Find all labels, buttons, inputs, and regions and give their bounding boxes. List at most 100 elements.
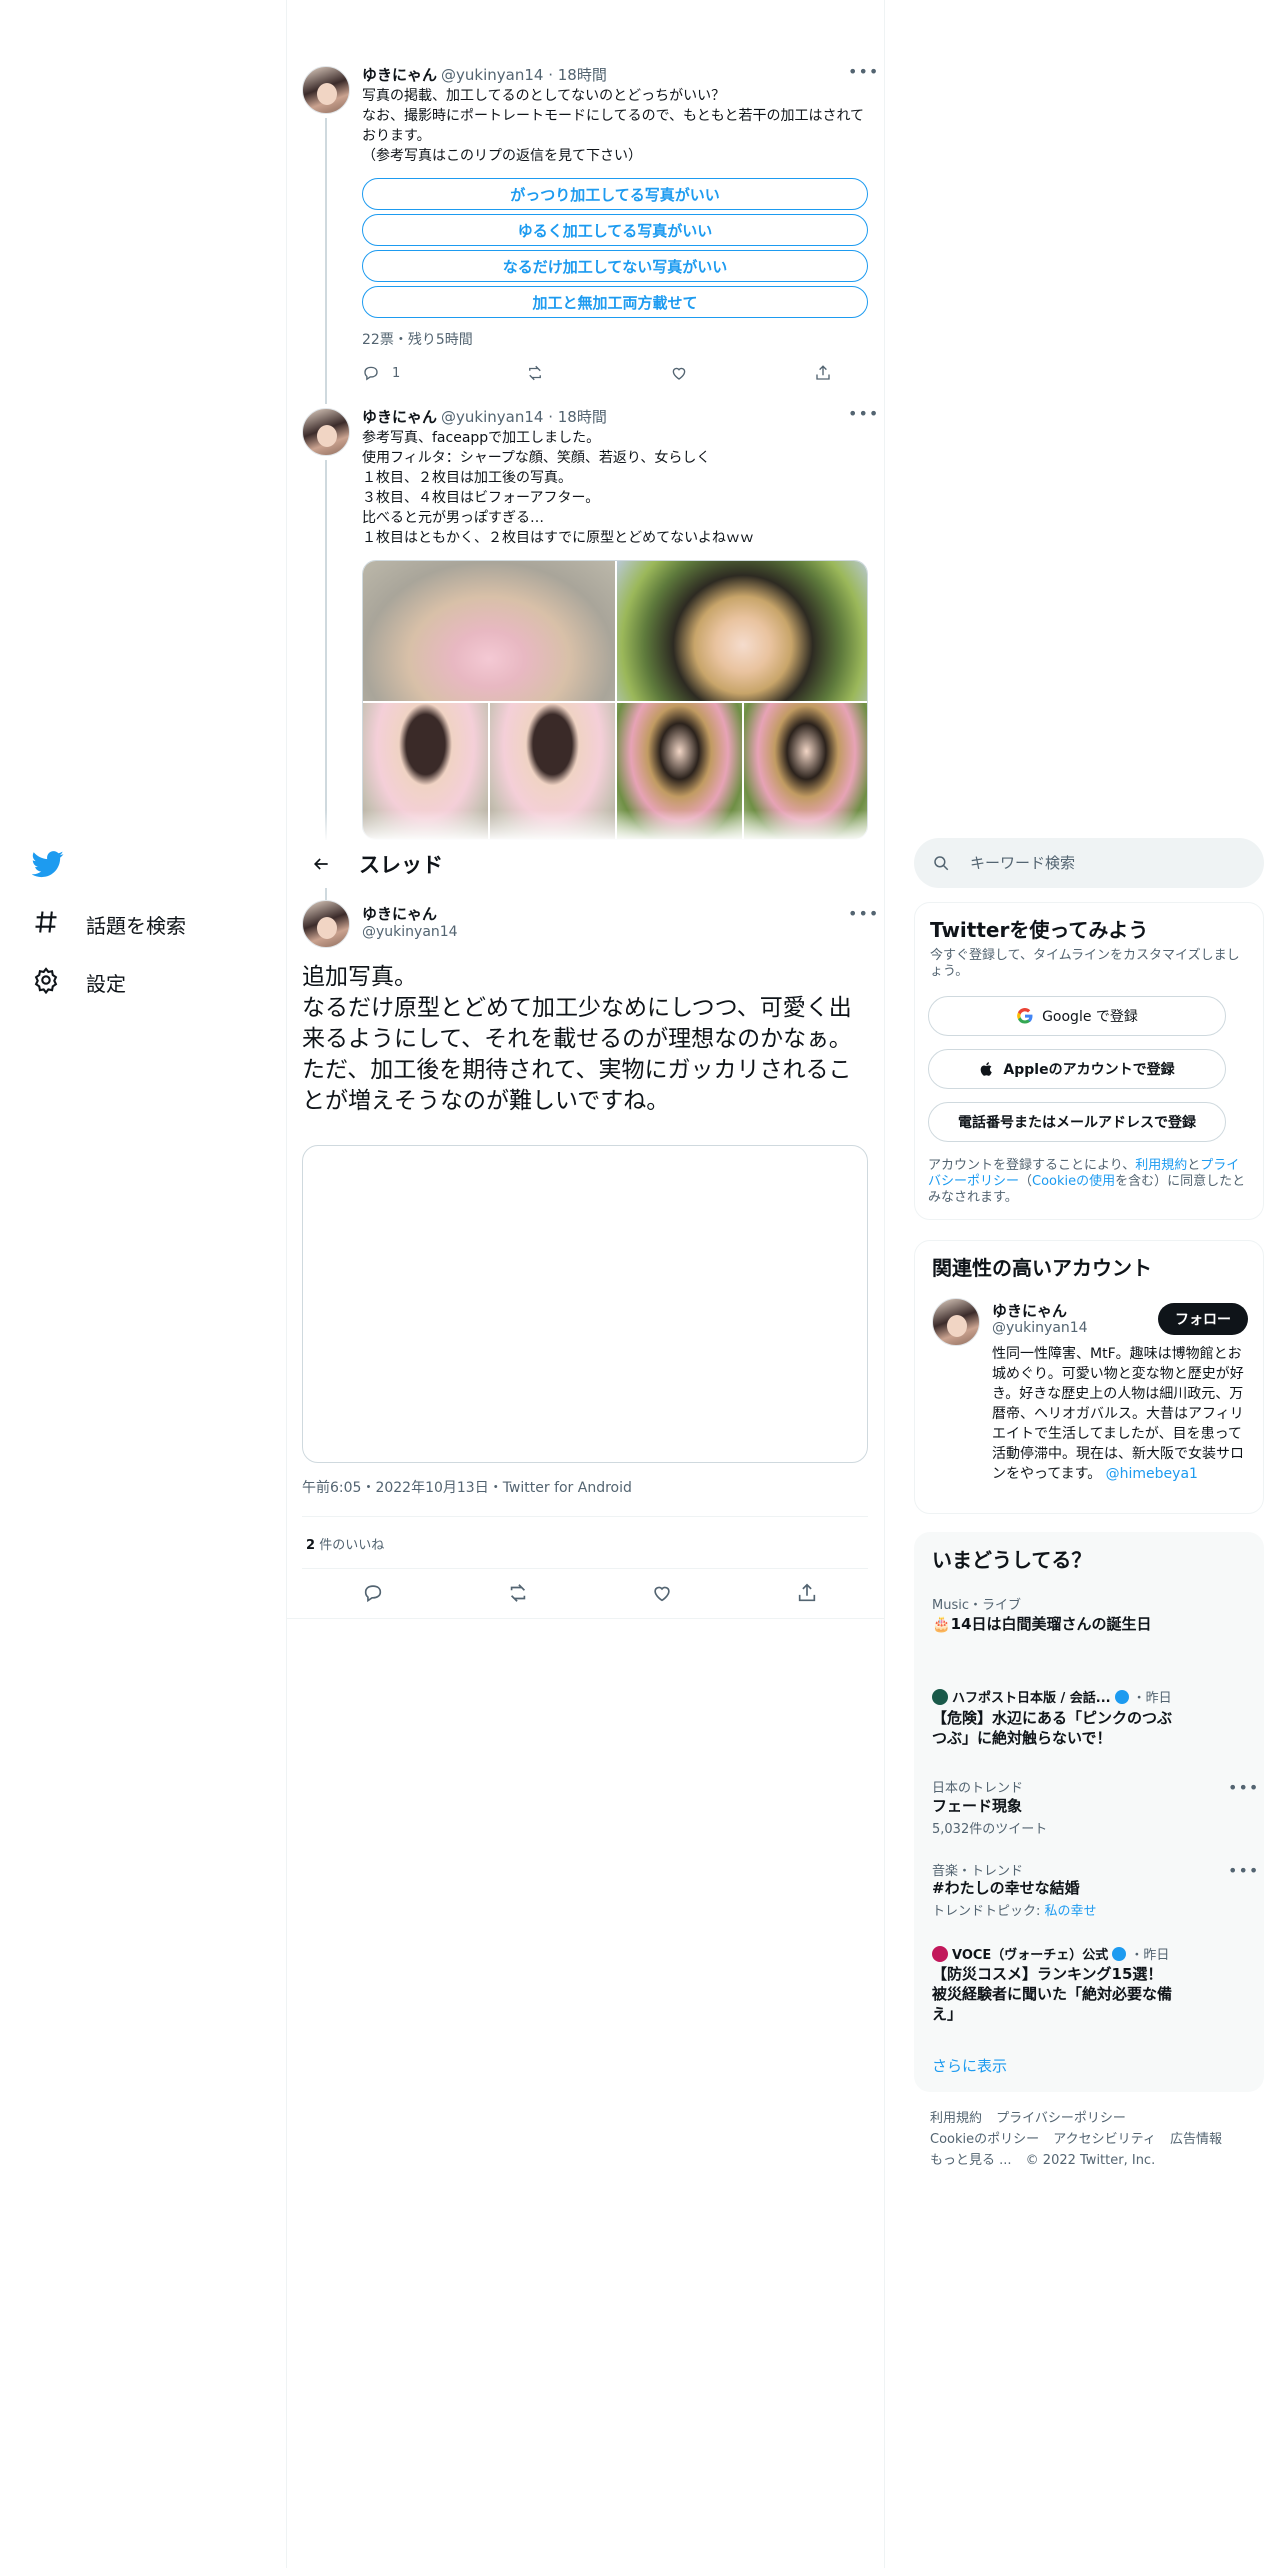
footer-link[interactable]: もっと見る ...	[930, 2153, 1012, 2168]
avatar[interactable]	[302, 66, 350, 114]
reply-count: 1	[392, 365, 401, 381]
trend-item[interactable]: 【危険】水辺にある「ピンクのつぶつぶ」に絶対触らないで！	[932, 1708, 1172, 1748]
verified-icon	[1114, 1689, 1129, 1704]
show-more-link[interactable]: さらに表示	[932, 2055, 1007, 2076]
tweet-timestamp[interactable]: 午前6:05・2022年10月13日・Twitter for Android	[302, 1480, 632, 1496]
trend-item[interactable]: フェード現象	[932, 1796, 1022, 1816]
retweet-button[interactable]	[526, 364, 544, 382]
retweet-button[interactable]	[507, 1582, 529, 1604]
nav-explore[interactable]: 話題を検索	[32, 908, 186, 941]
poll-option[interactable]: がっつり加工してる写真がいい	[362, 178, 868, 210]
more-icon[interactable]: •••	[848, 404, 879, 423]
search-input[interactable]	[970, 854, 1220, 872]
source-logo-icon	[932, 1945, 948, 1962]
trend-category: 日本のトレンド	[932, 1781, 1024, 1796]
trend-topic-prefix: トレンドトピック:	[932, 1904, 1045, 1919]
share-button[interactable]	[796, 1582, 818, 1604]
trend-topic-link[interactable]: 私の幸せ	[1045, 1904, 1097, 1919]
poll-option[interactable]: ゆるく加工してる写真がいい	[362, 214, 868, 246]
nav-settings[interactable]: 設定	[32, 966, 126, 999]
heart-icon	[672, 367, 686, 380]
tweet-media-embed[interactable]	[302, 1145, 868, 1463]
google-signup-label: Google で登録	[1042, 1009, 1138, 1025]
footer-link[interactable]: Cookieのポリシー	[930, 2132, 1039, 2147]
divider	[302, 1516, 868, 1517]
tweet-meta[interactable]: @yukinyan14 · 18時間	[441, 64, 607, 85]
poll-option[interactable]: 加工と無加工両方載せて	[362, 286, 868, 318]
likes-label: 件のいいね	[319, 1538, 385, 1553]
share-icon	[798, 1583, 816, 1602]
reply-button[interactable]	[362, 1582, 384, 1604]
signup-subtitle: 今すぐ登録して、タイムラインをカスタマイズしましょう。	[930, 948, 1240, 979]
terms-text: と	[1187, 1158, 1201, 1173]
avatar[interactable]	[302, 900, 350, 948]
cookie-link[interactable]: Cookieの使用	[1032, 1174, 1115, 1189]
trend-category: Music・ライブ	[932, 1598, 1021, 1613]
tweet-meta[interactable]: @yukinyan14 · 18時間	[441, 406, 607, 427]
likes-count: 2	[306, 1538, 316, 1553]
google-icon	[1017, 1007, 1033, 1024]
divider	[302, 1568, 868, 1569]
footer-link[interactable]: 広告情報	[1170, 2132, 1222, 2147]
twitter-logo-icon[interactable]	[31, 848, 64, 880]
footer-link[interactable]: アクセシビリティ	[1053, 2132, 1156, 2147]
follow-button[interactable]: フォロー	[1158, 1303, 1248, 1335]
terms-text: アカウントを登録することにより、	[928, 1158, 1136, 1173]
apple-signup-button[interactable]: Appleのアカウントで登録	[928, 1049, 1226, 1089]
trend-item[interactable]: 🎂14日は白間美瑠さんの誕生日	[932, 1614, 1232, 1634]
copyright: © 2022 Twitter, Inc.	[1025, 2153, 1156, 2168]
share-button[interactable]	[814, 364, 832, 382]
column-divider	[884, 0, 885, 2568]
google-signup-button[interactable]: Google で登録	[928, 996, 1226, 1036]
more-icon[interactable]: •••	[848, 62, 879, 81]
back-arrow-icon[interactable]	[303, 846, 339, 882]
related-account-handle[interactable]: @yukinyan14	[992, 1320, 1088, 1336]
footer: 利用規約 プライバシーポリシー Cookieのポリシー アクセシビリティ 広告情…	[930, 2108, 1250, 2171]
poll-option[interactable]: なるだけ加工してない写真がいい	[362, 250, 868, 282]
footer-link[interactable]: 利用規約	[930, 2111, 982, 2126]
reply-icon	[364, 366, 378, 381]
trend-time: ・昨日	[1132, 1691, 1172, 1706]
tweet-author-name[interactable]: ゆきにゃん	[362, 64, 437, 85]
terms-link[interactable]: 利用規約	[1135, 1158, 1187, 1173]
bio-link[interactable]: @himebeya1	[1106, 1466, 1198, 1482]
thread-connector	[325, 118, 327, 404]
trend-item[interactable]: 【防災コスメ】ランキング15選！被災経験者に聞いた「絶対必要な備え」	[932, 1964, 1172, 2024]
apple-icon	[981, 1062, 993, 1076]
more-icon[interactable]: •••	[848, 904, 879, 923]
tweet-photo[interactable]	[617, 561, 867, 701]
source-logo-icon	[932, 1688, 948, 1705]
tweet-header: ゆきにゃん @yukinyan14 · 18時間	[362, 64, 607, 85]
nav-settings-label: 設定	[86, 972, 126, 996]
avatar[interactable]	[302, 408, 350, 456]
tweet-text: 写真の掲載、加工してるのとしてないのとどっちがいい？ なお、撮影時にポートレート…	[362, 88, 865, 164]
tweet-text: 参考写真、faceappで加工しました。 使用フィルタ：シャープな顔、笑顔、若返…	[362, 430, 754, 546]
avatar[interactable]	[932, 1298, 980, 1346]
header-fade	[287, 810, 884, 840]
trend-item[interactable]: #わたしの幸せな結婚	[932, 1878, 1080, 1898]
main-tweet-handle[interactable]: @yukinyan14	[362, 924, 458, 940]
like-button[interactable]	[670, 364, 688, 382]
tweet-photo[interactable]	[363, 561, 615, 701]
signup-terms: アカウントを登録することにより、利用規約とプライバシーポリシー（Cookieの使…	[928, 1158, 1248, 1206]
likes-summary[interactable]: 2 件のいいね	[306, 1534, 384, 1553]
trend-tweet-count: 5,032件のツイート	[932, 1822, 1048, 1837]
phone-signup-button[interactable]: 電話番号またはメールアドレスで登録	[928, 1102, 1226, 1142]
like-button[interactable]	[651, 1582, 673, 1604]
hashtag-icon	[32, 908, 60, 941]
tweet-author-name[interactable]: ゆきにゃん	[362, 406, 437, 427]
search-bar[interactable]	[914, 838, 1264, 888]
tweet-actions: 1	[362, 364, 832, 382]
share-icon	[816, 365, 830, 380]
trend-topic: トレンドトピック: 私の幸せ	[932, 1900, 1097, 1919]
page-title: スレッド	[359, 853, 443, 877]
main-tweet-author-name[interactable]: ゆきにゃん	[362, 903, 437, 924]
trend-source-name: VOCE（ヴォーチェ）公式	[952, 1948, 1109, 1963]
footer-link[interactable]: プライバシーポリシー	[996, 2111, 1126, 2126]
poll-status: 22票・残り5時間	[362, 332, 473, 348]
reply-button[interactable]: 1	[362, 364, 400, 382]
more-icon[interactable]: •••	[1228, 1861, 1259, 1880]
related-account-name[interactable]: ゆきにゃん	[992, 1300, 1067, 1321]
more-icon[interactable]: •••	[1228, 1778, 1259, 1797]
thread-header: スレッド	[287, 840, 884, 888]
